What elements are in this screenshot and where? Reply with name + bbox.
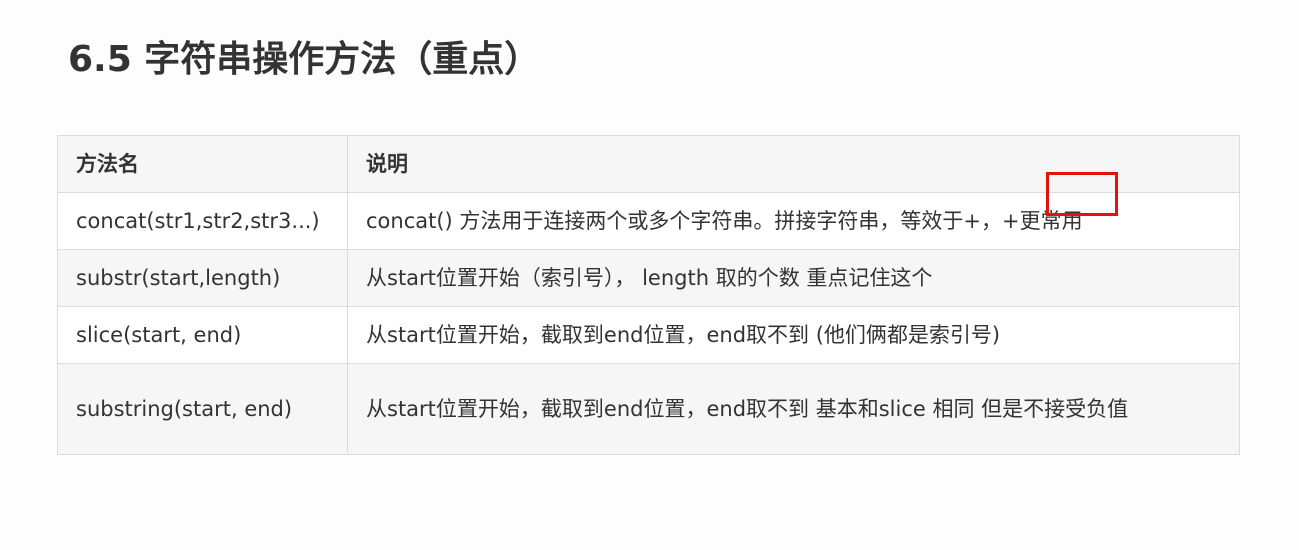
- header-method-name: 方法名: [57, 135, 348, 193]
- table-row: substring(start, end) 从start位置开始，截取到end位…: [57, 363, 1240, 455]
- highlight-annotation-box: [1046, 172, 1118, 216]
- description-cell: 从start位置开始，截取到end位置，end取不到 (他们俩都是索引号): [347, 306, 1240, 364]
- method-cell: slice(start, end): [57, 306, 348, 364]
- table-row: substr(start,length) 从start位置开始（索引号）， le…: [57, 249, 1240, 307]
- page: 6.5 字符串操作方法（重点） 方法名 说明 concat(str1,str2,…: [0, 0, 1299, 550]
- method-cell: concat(str1,str2,str3...): [57, 192, 348, 250]
- table-row: slice(start, end) 从start位置开始，截取到end位置，en…: [57, 306, 1240, 364]
- description-cell: 从start位置开始，截取到end位置，end取不到 基本和slice 相同 但…: [347, 363, 1240, 455]
- description-cell: 从start位置开始（索引号）， length 取的个数 重点记住这个: [347, 249, 1240, 307]
- method-cell: substring(start, end): [57, 363, 348, 455]
- method-cell: substr(start,length): [57, 249, 348, 307]
- section-title: 6.5 字符串操作方法（重点）: [68, 39, 541, 80]
